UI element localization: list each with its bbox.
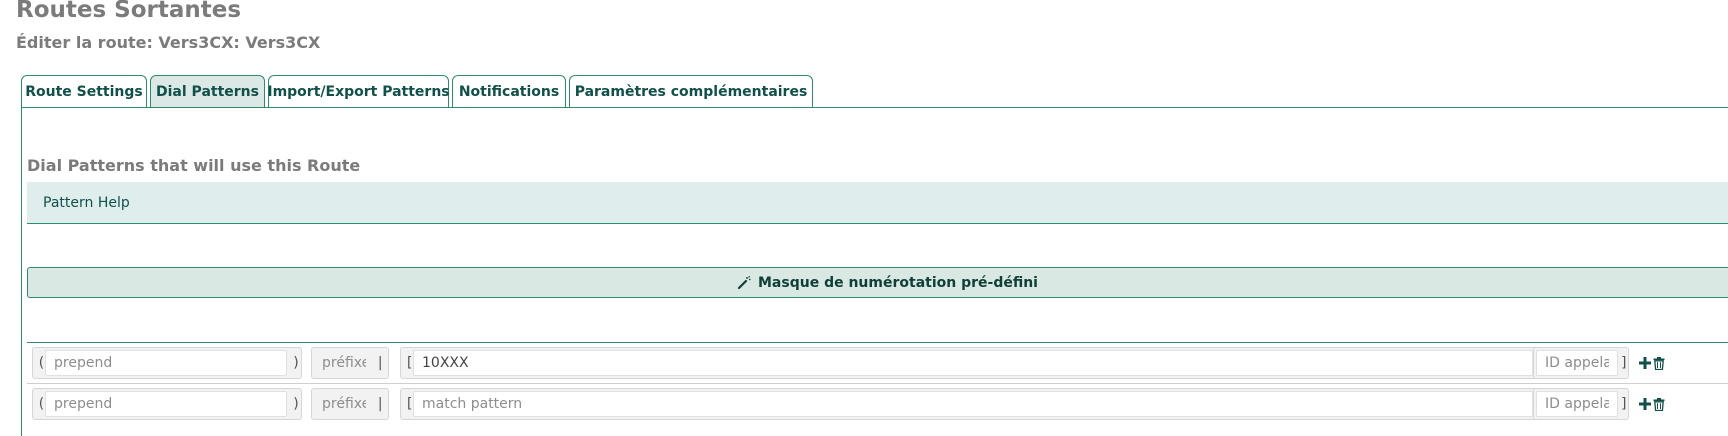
- callerid-group: ]: [1533, 347, 1629, 379]
- pattern-help-toggle[interactable]: Pattern Help: [27, 182, 1728, 224]
- dial-pattern-row: ( ) | [ / ]: [27, 384, 1728, 424]
- plus-icon[interactable]: [1639, 357, 1651, 369]
- callerid-group: ]: [1533, 388, 1629, 420]
- prepend-input[interactable]: [45, 391, 287, 417]
- row-actions: [1639, 395, 1667, 413]
- prefix-input[interactable]: [314, 350, 374, 376]
- prepend-close-paren: ): [292, 355, 301, 371]
- prefix-input[interactable]: [314, 391, 374, 417]
- prepend-group: ( ): [32, 347, 302, 379]
- trash-icon[interactable]: [1653, 356, 1665, 370]
- match-group: [ /: [400, 347, 1553, 379]
- tab-bar: Route Settings Dial Patterns Import/Expo…: [21, 75, 816, 109]
- tab-route-settings[interactable]: Route Settings: [21, 75, 147, 108]
- section-heading: Dial Patterns that will use this Route: [27, 156, 361, 175]
- page-subtitle: Éditer la route: Vers3CX: Vers3CX: [16, 33, 321, 52]
- match-pattern-input[interactable]: [413, 350, 1533, 376]
- match-group: [ /: [400, 388, 1553, 420]
- row-actions: [1639, 354, 1667, 372]
- prefix-separator: |: [376, 396, 385, 412]
- trash-icon[interactable]: [1653, 397, 1665, 411]
- dial-pattern-row: ( ) | [ / ]: [27, 343, 1728, 384]
- predefined-pattern-label: Masque de numérotation pré-défini: [758, 274, 1038, 291]
- prepend-close-paren: ): [292, 396, 301, 412]
- callerid-close-bracket: ]: [1620, 355, 1629, 371]
- prefix-group: |: [311, 347, 389, 379]
- pattern-help-label: Pattern Help: [43, 194, 130, 211]
- predefined-pattern-button[interactable]: Masque de numérotation pré-défini: [27, 267, 1728, 298]
- tab-notifications[interactable]: Notifications: [452, 75, 566, 108]
- prefix-group: |: [311, 388, 389, 420]
- page-title: Routes Sortantes: [16, 0, 242, 23]
- tab-parametres-complementaires[interactable]: Paramètres complémentaires: [569, 75, 813, 108]
- plus-icon[interactable]: [1639, 398, 1651, 410]
- callerid-input[interactable]: [1536, 350, 1618, 376]
- prepend-input[interactable]: [45, 350, 287, 376]
- match-pattern-input[interactable]: [413, 391, 1533, 417]
- callerid-input[interactable]: [1536, 391, 1618, 417]
- tab-dial-patterns[interactable]: Dial Patterns: [150, 75, 265, 109]
- magic-wand-icon: [737, 275, 751, 290]
- tab-import-export-patterns[interactable]: Import/Export Patterns: [267, 75, 450, 108]
- dial-pattern-list: ( ) | [ / ] ( ): [27, 342, 1728, 424]
- callerid-close-bracket: ]: [1620, 396, 1629, 412]
- prepend-group: ( ): [32, 388, 302, 420]
- prefix-separator: |: [376, 355, 385, 371]
